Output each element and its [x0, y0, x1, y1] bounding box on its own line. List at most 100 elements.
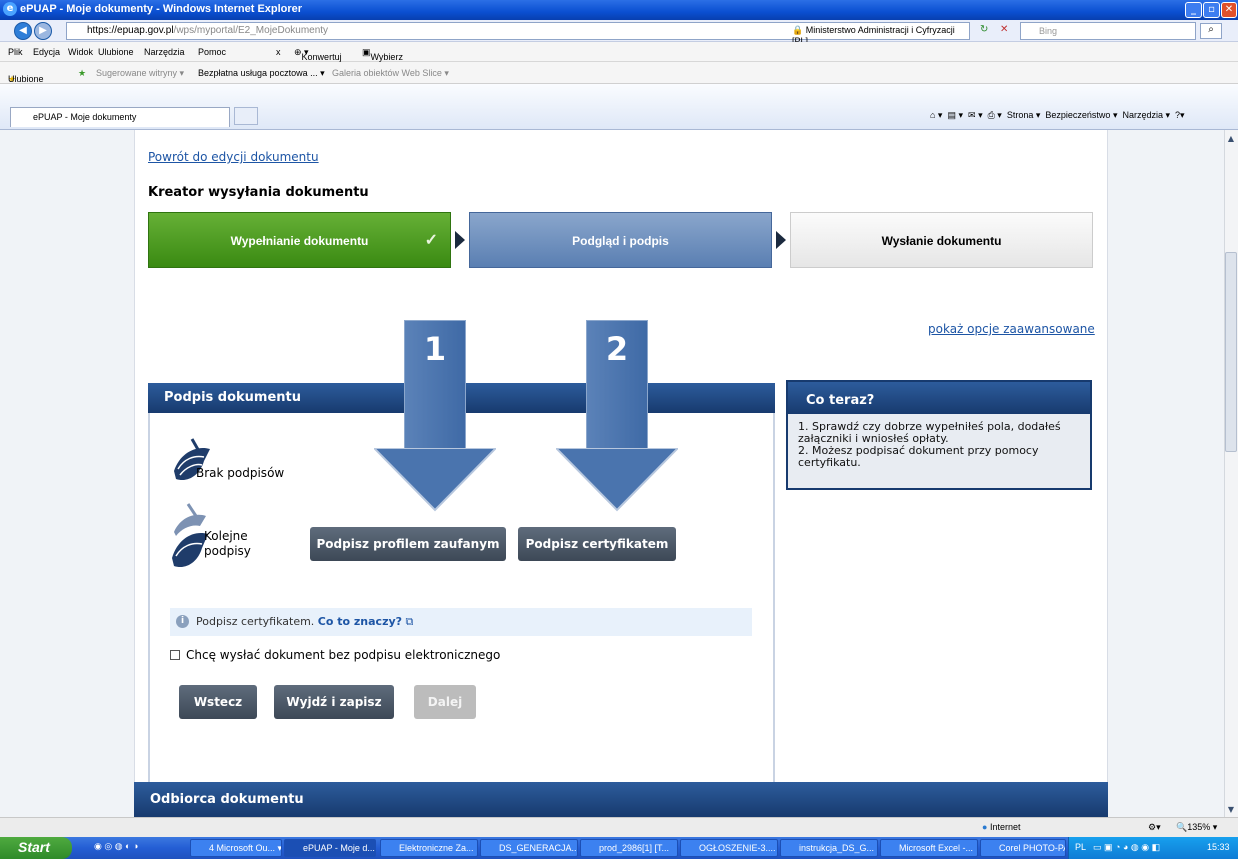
- step-preview-sign: Podgląd i podpis: [469, 212, 772, 268]
- scrollbar-thumb[interactable]: [1225, 252, 1237, 452]
- wybierz-label: Wybierz: [370, 52, 403, 62]
- favorites-label: Ulubione: [8, 74, 44, 84]
- back-to-edit-link[interactable]: Powrót do edycji dokumentu: [148, 150, 319, 164]
- task-epuap[interactable]: ePUAP - Moje d...: [284, 839, 376, 857]
- menu-edycja[interactable]: Edycja: [33, 47, 60, 57]
- check-icon: ✓: [424, 232, 438, 249]
- exit-and-save-button[interactable]: Wyjdź i zapisz: [274, 685, 394, 719]
- new-tab-button[interactable]: [234, 107, 258, 125]
- tray-icons[interactable]: ▭ ▣ ◔ ◕ ◍ ◉ ◧: [1093, 842, 1160, 853]
- quick-launch-icons[interactable]: ◉ ◎ ◍ ◐ ◑: [94, 841, 138, 852]
- what-now-line2: 2. Możesz podpisać dokument przy pomocy …: [798, 444, 1039, 469]
- what-now-text: 1. Sprawdź czy dobrze wypełniłeś pola, d…: [798, 421, 1088, 469]
- window-title-bar: e ePUAP - Moje dokumenty - Windows Inter…: [0, 0, 1238, 20]
- maximize-button[interactable]: ▫: [1203, 2, 1220, 18]
- page-viewport: Powrót do edycji dokumentu Kreator wysył…: [0, 130, 1224, 817]
- tab-bar: ePUAP - Moje dokumenty ⌂ ▾ ▤ ▾ ✉ ▾ ⎙ ▾ S…: [0, 84, 1238, 130]
- info-icon: i: [176, 615, 189, 628]
- menu-plik[interactable]: Plik: [8, 47, 23, 57]
- scroll-up-icon[interactable]: ▲: [1225, 133, 1237, 145]
- cmd-strona[interactable]: Strona ▾: [1007, 110, 1041, 120]
- next-button[interactable]: Dalej: [414, 685, 476, 719]
- language-indicator[interactable]: PL: [1075, 842, 1086, 852]
- refresh-icon[interactable]: ↻: [980, 24, 988, 35]
- task-outlook[interactable]: 4 Microsoft Ou... ▾: [190, 839, 282, 857]
- menu-widok[interactable]: Widok: [68, 47, 93, 57]
- system-tray: PL ▭ ▣ ◔ ◕ ◍ ◉ ◧ 15:33: [1068, 837, 1238, 859]
- task-elektroniczne[interactable]: Elektroniczne Za...: [380, 839, 478, 857]
- stop-icon[interactable]: ✕: [1000, 24, 1008, 35]
- menu-pomoc[interactable]: Pomoc: [198, 47, 226, 57]
- globe-icon: ●: [982, 822, 988, 832]
- menu-bar: Plik Edycja Widok Ulubione Narzędzia Pom…: [0, 42, 1238, 62]
- step-chevron-icon: [455, 231, 465, 249]
- tab-epuap[interactable]: ePUAP - Moje dokumenty: [10, 107, 230, 127]
- sign-certificate-button[interactable]: Podpisz certyfikatem: [518, 527, 676, 561]
- info-bar: i Podpisz certyfikatem. Co to znaczy? ⧉: [170, 608, 752, 636]
- task-ogloszenie[interactable]: OGŁOSZENIE-3....: [680, 839, 778, 857]
- minimize-button[interactable]: _: [1185, 2, 1202, 18]
- arrow-1: 1: [374, 320, 496, 512]
- home-icon[interactable]: ⌂ ▾: [930, 110, 942, 120]
- cmd-bezpieczenstwo[interactable]: Bezpieczeństwo ▾: [1045, 110, 1117, 120]
- external-link-icon: ⧉: [405, 615, 414, 628]
- step-fill: Wypełnianie dokumentu ✓: [148, 212, 451, 268]
- wybierz-button[interactable]: ▣ Wybierz: [362, 47, 403, 62]
- task-ds-generacja[interactable]: DS_GENERACJA...: [480, 839, 578, 857]
- menu-narzedzia[interactable]: Narzędzia: [144, 47, 185, 57]
- advanced-options-link[interactable]: pokaż opcje zaawansowane: [928, 322, 1095, 336]
- address-row: ◀ ▶ https://epuap.gov.pl/wps/myportal/E2…: [0, 20, 1238, 46]
- fav-webslice[interactable]: Galeria obiektów Web Slice ▾: [332, 68, 449, 79]
- mail-icon[interactable]: ✉ ▾: [968, 110, 983, 120]
- back-icon[interactable]: ◀: [14, 22, 32, 40]
- fav-suggested[interactable]: Sugerowane witryny ▾: [96, 68, 184, 79]
- vertical-scrollbar[interactable]: [1224, 130, 1238, 817]
- next-signatures-line1: Kolejne: [204, 529, 248, 543]
- search-placeholder: Bing: [1039, 26, 1058, 36]
- step-fill-label: Wypełnianie dokumentu: [230, 234, 369, 248]
- add-favorite-icon[interactable]: ★: [78, 68, 86, 79]
- forward-icon[interactable]: ▶: [34, 22, 52, 40]
- task-corel[interactable]: Corel PHOTO-PA...: [980, 839, 1066, 857]
- scroll-down-icon[interactable]: ▼: [1225, 804, 1237, 816]
- menu-ulubione[interactable]: Ulubione: [98, 47, 134, 57]
- feeds-icon[interactable]: ▤ ▾: [947, 110, 963, 120]
- search-input[interactable]: Bing: [1020, 22, 1196, 40]
- url-host: https://epuap.gov.pl: [87, 25, 174, 36]
- step-send: Wysłanie dokumentu: [790, 212, 1093, 268]
- sign-profile-button[interactable]: Podpisz profilem zaufanym: [310, 527, 506, 561]
- back-button[interactable]: Wstecz: [179, 685, 257, 719]
- next-signatures-label: Kolejne podpisy: [204, 529, 251, 559]
- taskbar: Start ◉ ◎ ◍ ◐ ◑ 4 Microsoft Ou... ▾ ePUA…: [0, 837, 1238, 859]
- internet-zone: ● Internet: [982, 822, 1020, 832]
- start-button[interactable]: Start: [0, 837, 72, 859]
- clock: 15:33: [1207, 842, 1230, 852]
- task-prod[interactable]: prod_2986[1] [T...: [580, 839, 678, 857]
- task-instrukcja[interactable]: instrukcja_DS_G...: [780, 839, 878, 857]
- lock-icon: 🔒: [792, 25, 804, 35]
- certificate-badge[interactable]: 🔒 Ministerstwo Administracji i Cyfryzacj…: [792, 22, 972, 46]
- page-title: Kreator wysyłania dokumentu: [148, 185, 369, 200]
- konwertuj-button[interactable]: ⊕ Konwertuj ▾: [294, 47, 342, 62]
- help-icon[interactable]: ?▾: [1175, 110, 1185, 120]
- no-signature-checkbox[interactable]: [170, 650, 180, 660]
- status-bar: ● Internet ⚙▾ 🔍135% ▾: [0, 817, 1238, 837]
- no-signature-checkbox-row[interactable]: Chcę wysłać dokument bez podpisu elektro…: [170, 648, 500, 662]
- fav-mail[interactable]: Bezpłatna usługa pocztowa ... ▾: [198, 68, 325, 79]
- left-margin: [0, 130, 134, 817]
- print-icon[interactable]: ⎙ ▾: [988, 110, 1002, 120]
- window-title: ePUAP - Moje dokumenty - Windows Interne…: [20, 3, 303, 15]
- cmd-narzedzia[interactable]: Narzędzia ▾: [1122, 110, 1170, 120]
- zoom-control[interactable]: 🔍135% ▾: [1176, 822, 1217, 833]
- task-excel[interactable]: Microsoft Excel -...: [880, 839, 978, 857]
- protected-mode-icon[interactable]: ⚙▾: [1148, 822, 1161, 833]
- info-text: Podpisz certyfikatem.: [196, 615, 315, 628]
- arrow-2-head-icon: [556, 448, 678, 512]
- what-does-it-mean-link[interactable]: Co to znaczy?: [318, 615, 402, 628]
- close-button[interactable]: ✕: [1221, 2, 1237, 18]
- toolbar-close-icon[interactable]: x: [276, 47, 281, 57]
- search-icon[interactable]: ⌕: [1200, 23, 1222, 39]
- no-signature-checkbox-label: Chcę wysłać dokument bez podpisu elektro…: [186, 648, 501, 662]
- arrow-2-label: 2: [605, 330, 629, 368]
- konwertuj-label: Konwertuj: [301, 52, 342, 62]
